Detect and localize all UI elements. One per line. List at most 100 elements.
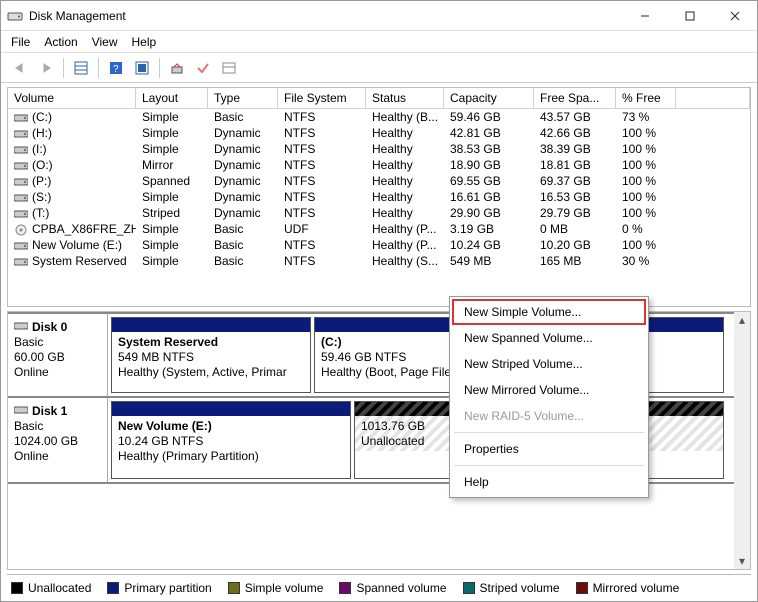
- col-pctfree[interactable]: % Free: [616, 88, 676, 108]
- col-free[interactable]: Free Spa...: [534, 88, 616, 108]
- minimize-button[interactable]: [622, 1, 667, 30]
- drive-icon: [14, 144, 28, 154]
- partition-primary[interactable]: System Reserved549 MB NTFSHealthy (Syste…: [111, 317, 311, 393]
- table-row[interactable]: (T:)StripedDynamicNTFSHealthy29.90 GB29.…: [8, 205, 750, 221]
- back-button[interactable]: [9, 57, 31, 79]
- refresh-button[interactable]: [131, 57, 153, 79]
- cell-capacity: 10.24 GB: [444, 237, 534, 253]
- context-item[interactable]: Help: [452, 469, 646, 495]
- table-row[interactable]: (I:)SimpleDynamicNTFSHealthy38.53 GB38.3…: [8, 141, 750, 157]
- cell-fs: NTFS: [278, 157, 366, 173]
- settings-button[interactable]: [166, 57, 188, 79]
- cell-layout: Mirror: [136, 157, 208, 173]
- legend-item: Primary partition: [107, 581, 211, 595]
- col-type[interactable]: Type: [208, 88, 278, 108]
- cell-type: Basic: [208, 221, 278, 237]
- context-item[interactable]: Properties: [452, 436, 646, 462]
- forward-button[interactable]: [35, 57, 57, 79]
- cell-status: Healthy: [366, 157, 444, 173]
- cell-free: 42.66 GB: [534, 125, 616, 141]
- cell-type: Basic: [208, 109, 278, 125]
- cell-volume: (S:): [8, 189, 136, 205]
- cell-pct: 73 %: [616, 109, 676, 125]
- context-item[interactable]: New Striped Volume...: [452, 351, 646, 377]
- disk-partitions: New Volume (E:)10.24 GB NTFSHealthy (Pri…: [108, 398, 750, 482]
- partition-title: System Reserved: [118, 335, 304, 350]
- cell-capacity: 38.53 GB: [444, 141, 534, 157]
- menu-help[interactable]: Help: [132, 35, 157, 49]
- cell-status: Healthy: [366, 189, 444, 205]
- drive-icon: [14, 160, 28, 170]
- disk-map-scrollbar[interactable]: ▴ ▾: [734, 312, 750, 569]
- cell-capacity: 549 MB: [444, 253, 534, 269]
- col-layout[interactable]: Layout: [136, 88, 208, 108]
- close-button[interactable]: [712, 1, 757, 30]
- volume-table[interactable]: Volume Layout Type File System Status Ca…: [7, 87, 751, 307]
- disk-info[interactable]: Disk 0Basic60.00 GBOnline: [8, 314, 108, 396]
- scroll-down-icon[interactable]: ▾: [734, 553, 750, 569]
- cell-free: 165 MB: [534, 253, 616, 269]
- table-row[interactable]: (P:)SpannedDynamicNTFSHealthy69.55 GB69.…: [8, 173, 750, 189]
- disk-info[interactable]: Disk 1Basic1024.00 GBOnline: [8, 398, 108, 482]
- cell-pct: 100 %: [616, 237, 676, 253]
- menu-action[interactable]: Action: [44, 35, 77, 49]
- cell-fs: NTFS: [278, 141, 366, 157]
- table-row[interactable]: System ReservedSimpleBasicNTFSHealthy (S…: [8, 253, 750, 269]
- disk-management-icon: [7, 8, 23, 24]
- menu-file[interactable]: File: [11, 35, 30, 49]
- check-button[interactable]: [192, 57, 214, 79]
- cell-fs: NTFS: [278, 237, 366, 253]
- col-capacity[interactable]: Capacity: [444, 88, 534, 108]
- context-item[interactable]: New Simple Volume...: [452, 299, 646, 325]
- view-button[interactable]: [218, 57, 240, 79]
- cell-volume: CPBA_X86FRE_ZH...: [8, 221, 136, 237]
- cell-type: Dynamic: [208, 189, 278, 205]
- drive-icon: [14, 404, 28, 418]
- context-item[interactable]: New Spanned Volume...: [452, 325, 646, 351]
- menubar: File Action View Help: [1, 31, 757, 53]
- help-button[interactable]: ?: [105, 57, 127, 79]
- cell-type: Dynamic: [208, 157, 278, 173]
- col-status[interactable]: Status: [366, 88, 444, 108]
- table-row[interactable]: New Volume (E:)SimpleBasicNTFSHealthy (P…: [8, 237, 750, 253]
- table-row[interactable]: (S:)SimpleDynamicNTFSHealthy16.61 GB16.5…: [8, 189, 750, 205]
- cell-fs: NTFS: [278, 253, 366, 269]
- partition-line2: Healthy (Primary Partition): [118, 449, 344, 464]
- maximize-button[interactable]: [667, 1, 712, 30]
- cell-status: Healthy (S...: [366, 253, 444, 269]
- legend-swatch: [11, 582, 23, 594]
- col-filesystem[interactable]: File System: [278, 88, 366, 108]
- cell-free: 69.37 GB: [534, 173, 616, 189]
- legend-swatch: [339, 582, 351, 594]
- disk-type: Basic: [14, 419, 101, 433]
- cell-status: Healthy: [366, 125, 444, 141]
- cell-volume: (H:): [8, 125, 136, 141]
- cell-volume: (T:): [8, 205, 136, 221]
- table-row[interactable]: (O:)MirrorDynamicNTFSHealthy18.90 GB18.8…: [8, 157, 750, 173]
- cell-volume: New Volume (E:): [8, 237, 136, 253]
- cell-pct: 100 %: [616, 157, 676, 173]
- context-item[interactable]: New Mirrored Volume...: [452, 377, 646, 403]
- cell-type: Dynamic: [208, 173, 278, 189]
- table-row[interactable]: (C:)SimpleBasicNTFSHealthy (B...59.46 GB…: [8, 109, 750, 125]
- legend-item: Simple volume: [228, 581, 324, 595]
- col-volume[interactable]: Volume: [8, 88, 136, 108]
- cell-free: 10.20 GB: [534, 237, 616, 253]
- cell-fs: NTFS: [278, 109, 366, 125]
- context-menu[interactable]: New Simple Volume...New Spanned Volume..…: [449, 296, 649, 498]
- show-list-button[interactable]: [70, 57, 92, 79]
- cell-layout: Simple: [136, 141, 208, 157]
- cell-type: Dynamic: [208, 141, 278, 157]
- context-separator: [454, 432, 644, 433]
- drive-icon: [14, 320, 28, 334]
- disc-icon: [14, 224, 28, 234]
- cell-free: 18.81 GB: [534, 157, 616, 173]
- scroll-up-icon[interactable]: ▴: [734, 312, 750, 328]
- table-row[interactable]: CPBA_X86FRE_ZH...SimpleBasicUDFHealthy (…: [8, 221, 750, 237]
- menu-view[interactable]: View: [92, 35, 118, 49]
- cell-volume: System Reserved: [8, 253, 136, 269]
- volume-table-body[interactable]: (C:)SimpleBasicNTFSHealthy (B...59.46 GB…: [8, 109, 750, 306]
- legend-label: Striped volume: [480, 581, 560, 595]
- partition-primary[interactable]: New Volume (E:)10.24 GB NTFSHealthy (Pri…: [111, 401, 351, 479]
- table-row[interactable]: (H:)SimpleDynamicNTFSHealthy42.81 GB42.6…: [8, 125, 750, 141]
